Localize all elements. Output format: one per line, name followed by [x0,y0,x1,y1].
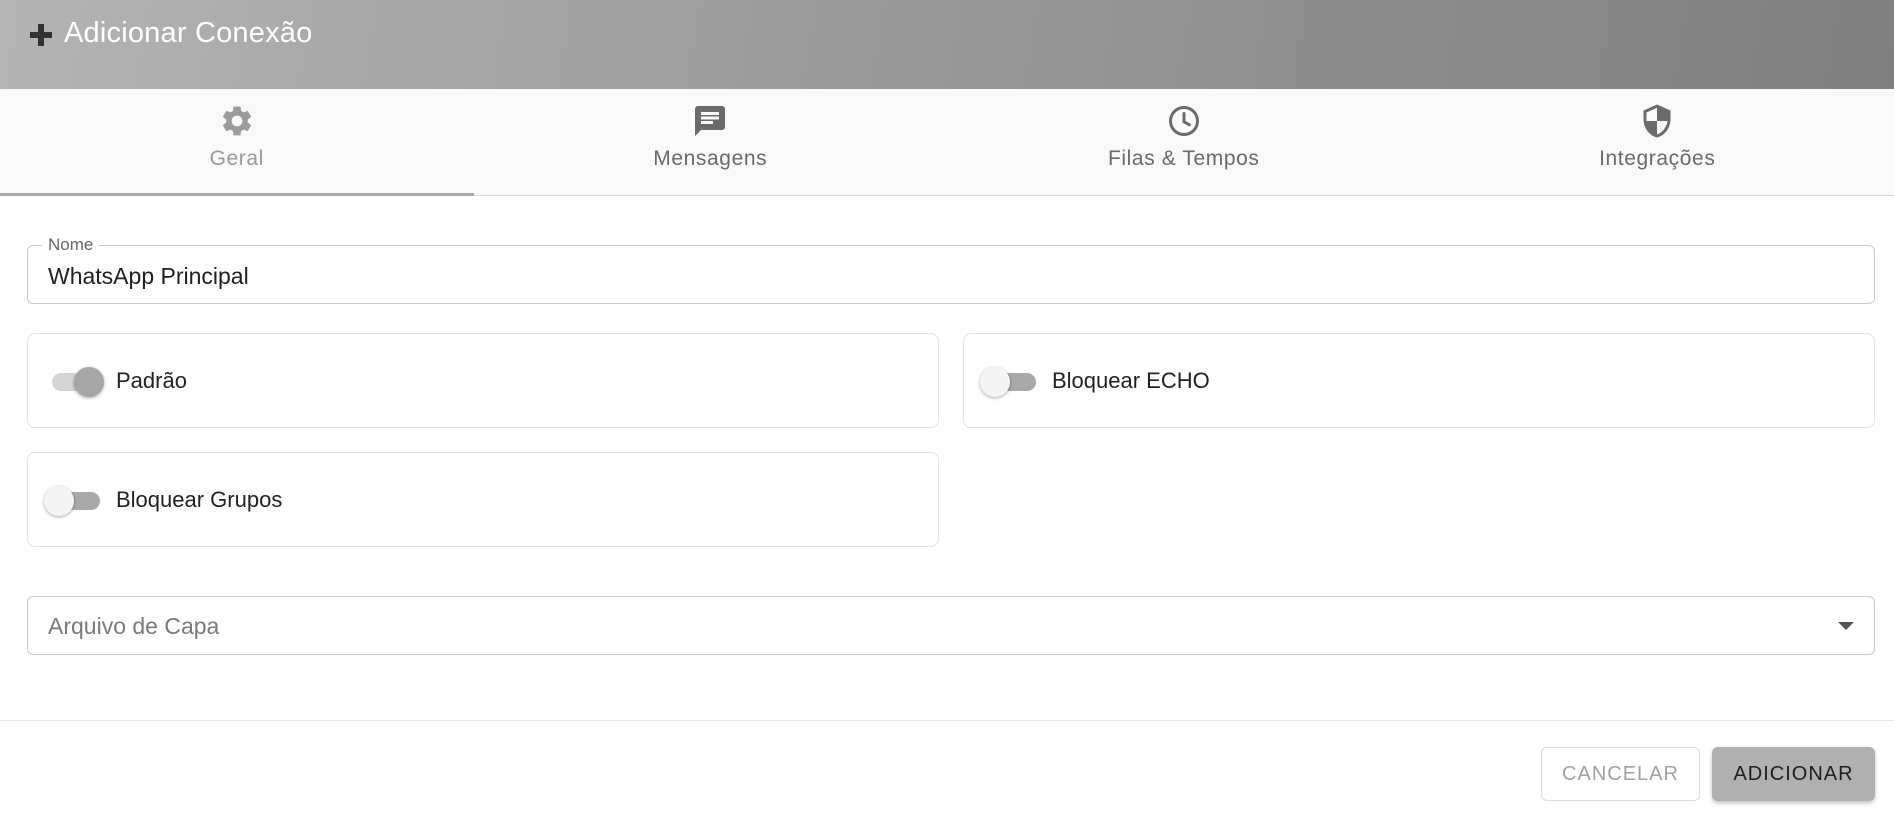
gear-icon [222,106,251,136]
footer-divider [0,720,1894,721]
add-button[interactable]: ADICIONAR [1712,747,1875,801]
padrao-label: Padrão [116,367,187,393]
bloquear-grupos-card: Bloquear Grupos [27,452,939,547]
chevron-down-icon[interactable] [1838,622,1854,630]
plus-icon [28,22,54,48]
tab-label: Mensagens [653,147,768,170]
name-field-label: Nome [42,235,100,255]
bloquear-grupos-switch[interactable] [44,485,102,516]
bloquear-echo-card: Bloquear ECHO [963,333,1875,428]
tab-filas-tempos[interactable]: Filas & Tempos [947,89,1421,195]
switch-thumb [44,485,74,516]
tab-label: Filas & Tempos [1107,147,1260,170]
bloquear-echo-label: Bloquear ECHO [1052,367,1210,393]
shield-icon [1643,104,1671,138]
tab-bar: Geral Mensagens Filas & Tempos Integraçõ… [0,89,1894,196]
tab-label: Geral [209,147,264,170]
padrao-switch[interactable] [48,366,104,397]
name-field[interactable]: Nome [27,235,1875,304]
dialog-title: Adicionar Conexão [64,17,313,49]
padrao-card: Padrão [27,333,939,428]
switch-thumb [74,366,104,397]
dialog-header: Adicionar Conexão [0,0,1894,89]
cover-file-placeholder: Arquivo de Capa [48,613,220,639]
bloquear-echo-switch[interactable] [980,366,1038,397]
tab-label: Integrações [1599,147,1716,170]
name-input[interactable] [48,263,1828,290]
cover-file-select[interactable]: Arquivo de Capa [27,596,1875,655]
tab-integracoes[interactable]: Integrações [1421,89,1894,195]
tab-geral[interactable]: Geral [0,89,474,196]
clock-icon [1168,106,1199,136]
message-icon [695,106,726,136]
cancel-button[interactable]: CANCELAR [1541,747,1700,801]
tab-mensagens[interactable]: Mensagens [474,89,948,195]
switch-thumb [980,366,1010,397]
bloquear-grupos-label: Bloquear Grupos [116,486,283,512]
